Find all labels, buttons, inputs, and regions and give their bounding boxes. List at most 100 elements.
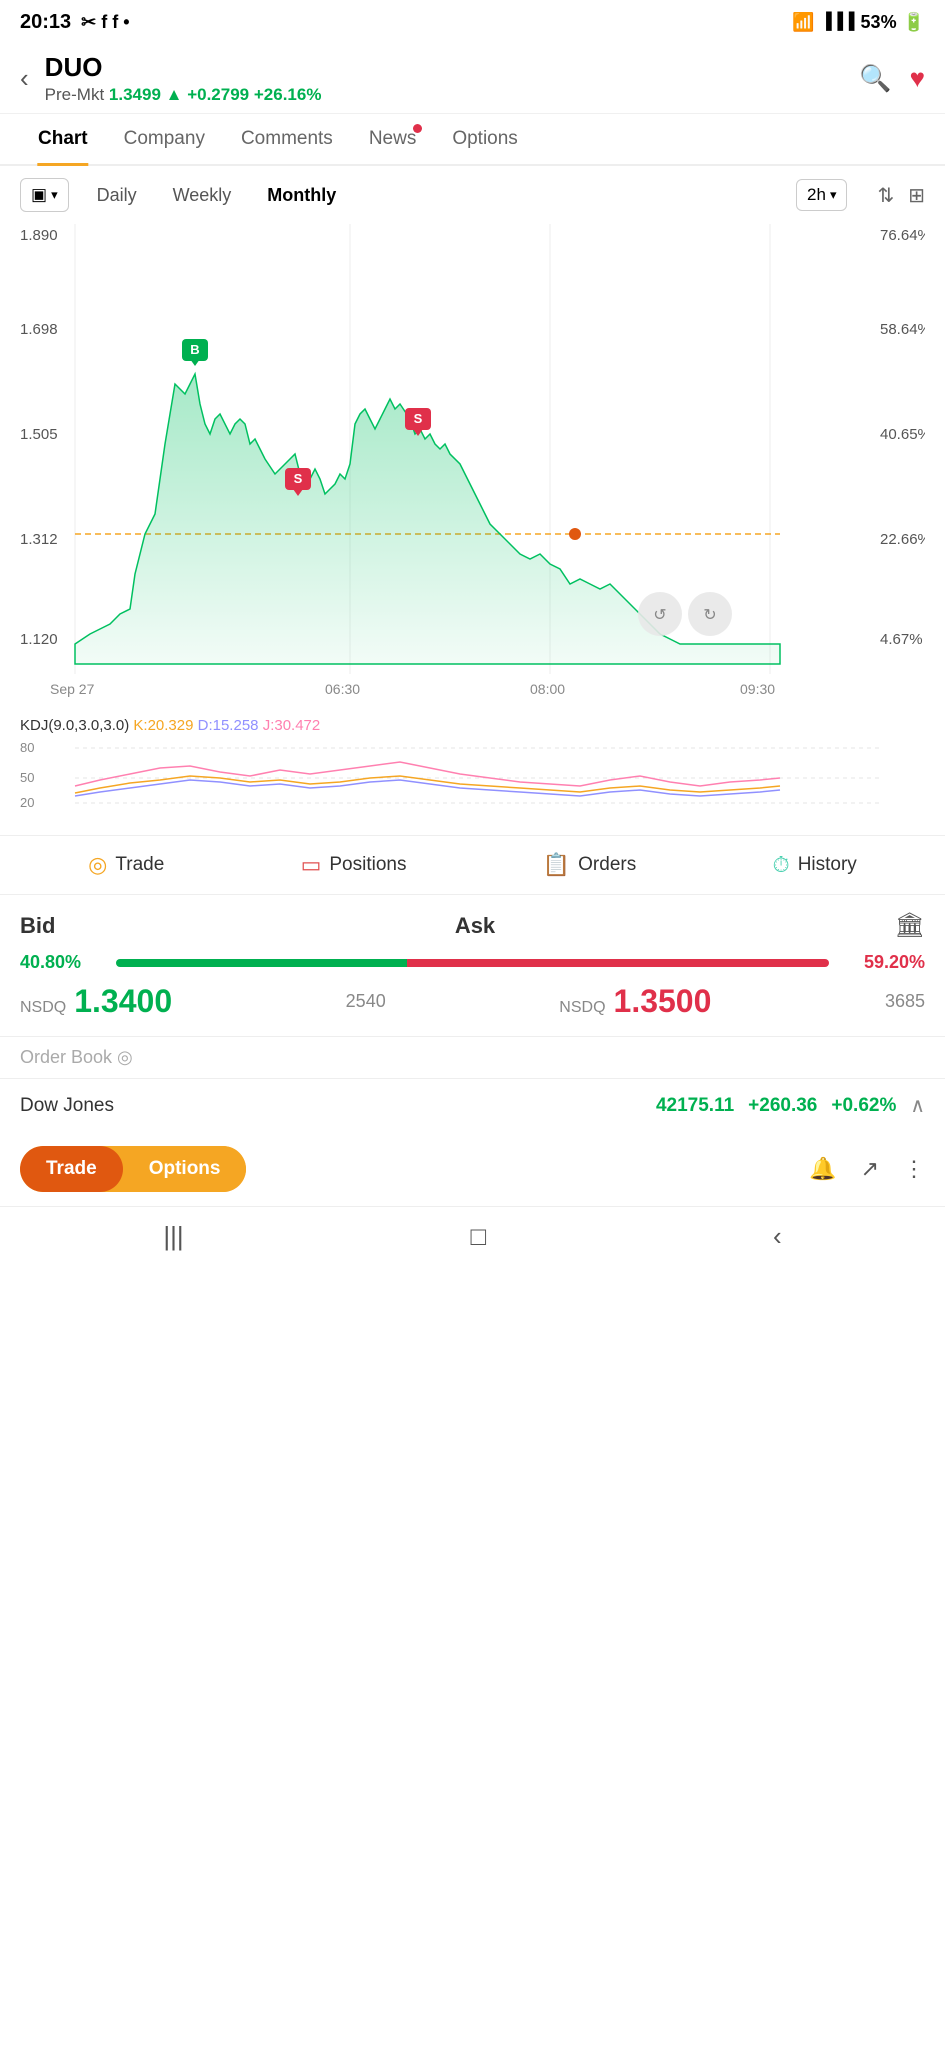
alert-icon[interactable]: 🔔 bbox=[809, 1156, 836, 1182]
history-action[interactable]: ⏱ History bbox=[773, 852, 857, 878]
svg-text:06:30: 06:30 bbox=[325, 681, 360, 697]
svg-text:1.312: 1.312 bbox=[20, 531, 58, 548]
orders-icon: 📋 bbox=[543, 852, 570, 878]
svg-text:Sep 27: Sep 27 bbox=[50, 681, 95, 697]
timeframe-button[interactable]: 2h ▾ bbox=[796, 179, 847, 211]
dow-jones-price: 42175.11 bbox=[656, 1095, 734, 1117]
chart-svg-container[interactable]: 1.890 1.698 1.505 1.312 1.120 76.64% 58.… bbox=[20, 224, 925, 709]
header-actions: 🔍 ♥ bbox=[859, 63, 925, 94]
dow-jones-pct: +0.62% bbox=[831, 1095, 896, 1117]
ask-bar bbox=[407, 959, 829, 967]
status-time: 20:13 ✂ f f • bbox=[20, 11, 130, 34]
action-bar: ◎ Trade ▭ Positions 📋 Orders ⏱ History bbox=[0, 835, 945, 895]
tab-comments-label: Comments bbox=[241, 128, 333, 149]
svg-text:S: S bbox=[414, 411, 423, 426]
tab-comments[interactable]: Comments bbox=[223, 114, 351, 164]
status-icons: ✂ f f • bbox=[81, 12, 129, 33]
period-monthly[interactable]: Monthly bbox=[259, 181, 344, 210]
ask-volume: 3685 bbox=[885, 991, 925, 1012]
order-book-section[interactable]: Order Book ◎ bbox=[0, 1036, 945, 1078]
bank-icon: 🏛 bbox=[895, 911, 925, 940]
search-button[interactable]: 🔍 bbox=[859, 63, 891, 94]
header: ‹ DUO Pre-Mkt 1.3499 ▲ +0.2799 +26.16% 🔍… bbox=[0, 44, 945, 114]
bottom-icons: 🔔 ↗ ⋮ bbox=[809, 1156, 925, 1182]
period-weekly[interactable]: Weekly bbox=[165, 181, 240, 210]
tab-chart[interactable]: Chart bbox=[20, 114, 106, 164]
svg-text:4.67%: 4.67% bbox=[880, 631, 923, 648]
nav-menu-icon[interactable]: ||| bbox=[163, 1221, 183, 1252]
signal-icon: ▐▐▐ bbox=[821, 13, 855, 31]
nav-bar: ||| □ ‹ bbox=[0, 1206, 945, 1266]
bid-bar bbox=[116, 959, 407, 967]
bid-volume: 2540 bbox=[346, 991, 386, 1012]
status-right: 📶 ▐▐▐ 53% 🔋 bbox=[792, 12, 925, 33]
back-button[interactable]: ‹ bbox=[20, 63, 29, 94]
trade-action[interactable]: ◎ Trade bbox=[88, 852, 164, 878]
kdj-chart-svg: 80 50 20 bbox=[20, 738, 925, 818]
battery-icon: 🔋 bbox=[903, 12, 925, 33]
more-icon[interactable]: ⋮ bbox=[903, 1156, 925, 1182]
dow-jones-collapse-icon[interactable]: ∧ bbox=[910, 1093, 925, 1118]
favorite-button[interactable]: ♥ bbox=[910, 63, 925, 94]
tab-options-label: Options bbox=[452, 128, 517, 149]
tab-news-label: News bbox=[369, 128, 417, 149]
dow-jones-label: Dow Jones bbox=[20, 1095, 642, 1117]
tab-news[interactable]: News bbox=[351, 114, 435, 164]
period-daily[interactable]: Daily bbox=[89, 181, 145, 210]
svg-text:09:30: 09:30 bbox=[740, 681, 775, 697]
stock-symbol: DUO bbox=[45, 52, 860, 83]
svg-text:1.698: 1.698 bbox=[20, 321, 58, 338]
bid-price-block: NSDQ 1.3400 bbox=[20, 983, 172, 1020]
nav-back-icon[interactable]: ‹ bbox=[773, 1221, 782, 1252]
svg-text:1.120: 1.120 bbox=[20, 631, 58, 648]
options-button[interactable]: Options bbox=[123, 1146, 247, 1192]
stock-premarket: Pre-Mkt 1.3499 ▲ +0.2799 +26.16% bbox=[45, 85, 860, 105]
svg-text:1.505: 1.505 bbox=[20, 426, 58, 443]
stock-info: DUO Pre-Mkt 1.3499 ▲ +0.2799 +26.16% bbox=[45, 52, 860, 105]
chart-indicator-icon[interactable]: ⇅ bbox=[877, 183, 894, 208]
dow-jones-bar: Dow Jones 42175.11 +260.36 +0.62% ∧ bbox=[0, 1078, 945, 1132]
chart-icon-group: ⇅ ⊞ bbox=[877, 183, 925, 208]
timeframe-label: 2h bbox=[807, 185, 826, 205]
chart-type-dropdown-arrow: ▾ bbox=[51, 187, 58, 203]
svg-text:20: 20 bbox=[20, 795, 34, 810]
ask-price-block: NSDQ 1.3500 bbox=[559, 983, 711, 1020]
battery-display: 53% bbox=[861, 12, 897, 33]
main-chart-svg: 1.890 1.698 1.505 1.312 1.120 76.64% 58.… bbox=[20, 224, 925, 704]
chart-type-button[interactable]: ▣ ▾ bbox=[20, 178, 69, 212]
tab-company[interactable]: Company bbox=[106, 114, 223, 164]
news-notification-dot bbox=[413, 124, 422, 133]
status-bar: 20:13 ✂ f f • 📶 ▐▐▐ 53% 🔋 bbox=[0, 0, 945, 44]
order-book-label: Order Book ◎ bbox=[20, 1047, 133, 1067]
timeframe-dropdown-icon: ▾ bbox=[830, 187, 837, 203]
svg-text:58.64%: 58.64% bbox=[880, 321, 925, 338]
share-icon[interactable]: ↗ bbox=[861, 1156, 879, 1182]
chart-controls: ▣ ▾ Daily Weekly Monthly 2h ▾ ⇅ ⊞ bbox=[0, 166, 945, 224]
history-icon: ⏱ bbox=[773, 852, 790, 878]
tab-company-label: Company bbox=[124, 128, 205, 149]
premarket-label: Pre-Mkt bbox=[45, 85, 105, 104]
ask-percent: 59.20% bbox=[835, 952, 925, 973]
premarket-change-pct: +26.16% bbox=[254, 85, 322, 104]
nav-home-icon[interactable]: □ bbox=[470, 1221, 486, 1252]
orders-action[interactable]: 📋 Orders bbox=[543, 852, 636, 878]
tab-options[interactable]: Options bbox=[434, 114, 535, 164]
svg-text:↻: ↻ bbox=[703, 607, 716, 624]
trade-button[interactable]: Trade bbox=[20, 1146, 123, 1192]
svg-text:S: S bbox=[294, 471, 303, 486]
svg-text:40.65%: 40.65% bbox=[880, 426, 925, 443]
positions-action[interactable]: ▭ Positions bbox=[301, 852, 407, 878]
premarket-change: +0.2799 bbox=[187, 85, 249, 104]
svg-text:1.890: 1.890 bbox=[20, 227, 58, 244]
bid-ask-progress-bar bbox=[116, 959, 829, 967]
svg-text:08:00: 08:00 bbox=[530, 681, 565, 697]
positions-icon: ▭ bbox=[301, 852, 322, 878]
kdj-section: KDJ(9.0,3.0,3.0) K:20.329 D:15.258 J:30.… bbox=[0, 709, 945, 827]
history-label: History bbox=[798, 854, 857, 876]
orders-label: Orders bbox=[578, 854, 636, 876]
kdj-params: KDJ(9.0,3.0,3.0) bbox=[20, 717, 129, 734]
chart-type-icon: ▣ bbox=[31, 185, 47, 205]
bid-ask-section: Bid Ask 🏛 40.80% 59.20% NSDQ 1.3400 2540… bbox=[0, 895, 945, 1036]
chart-layout-icon[interactable]: ⊞ bbox=[908, 183, 925, 208]
positions-label: Positions bbox=[329, 854, 406, 876]
